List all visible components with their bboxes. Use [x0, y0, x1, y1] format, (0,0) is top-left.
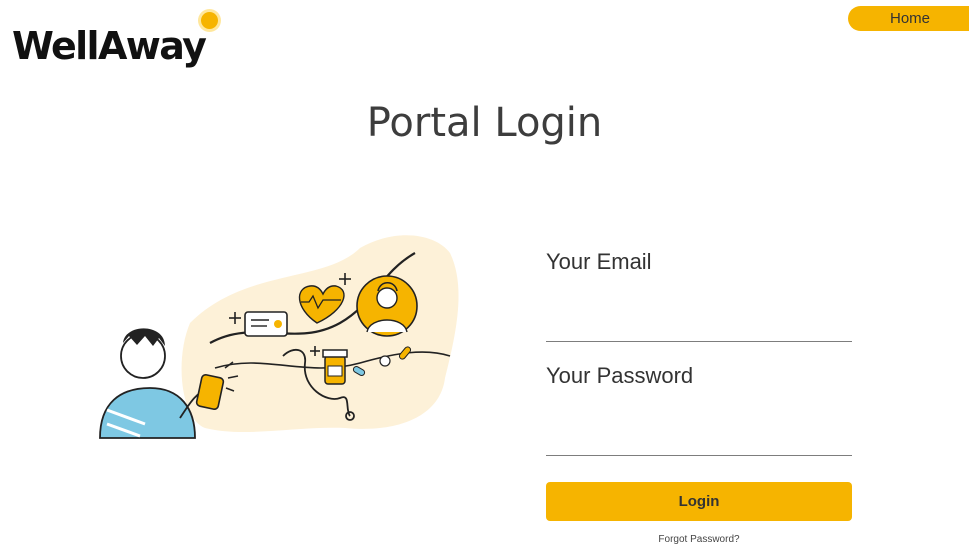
logo-wordmark: WellAway [12, 24, 207, 68]
logo-sun-dot-icon [201, 12, 218, 29]
medicine-bottle-icon [322, 349, 348, 385]
login-button[interactable]: Login [546, 482, 852, 521]
wellaway-logo[interactable]: WellAway [12, 12, 232, 72]
email-input[interactable] [546, 313, 852, 342]
email-label: Your Email [546, 249, 652, 274]
id-card-icon [244, 311, 288, 337]
page-title: Portal Login [366, 100, 603, 146]
password-input[interactable] [546, 427, 852, 456]
doctor-avatar-icon [356, 275, 418, 337]
password-label: Your Password [546, 363, 694, 388]
telehealth-illustration [99, 235, 459, 439]
home-button[interactable]: Home [848, 6, 969, 31]
forgot-password-link[interactable]: Forgot Password? [546, 534, 852, 545]
